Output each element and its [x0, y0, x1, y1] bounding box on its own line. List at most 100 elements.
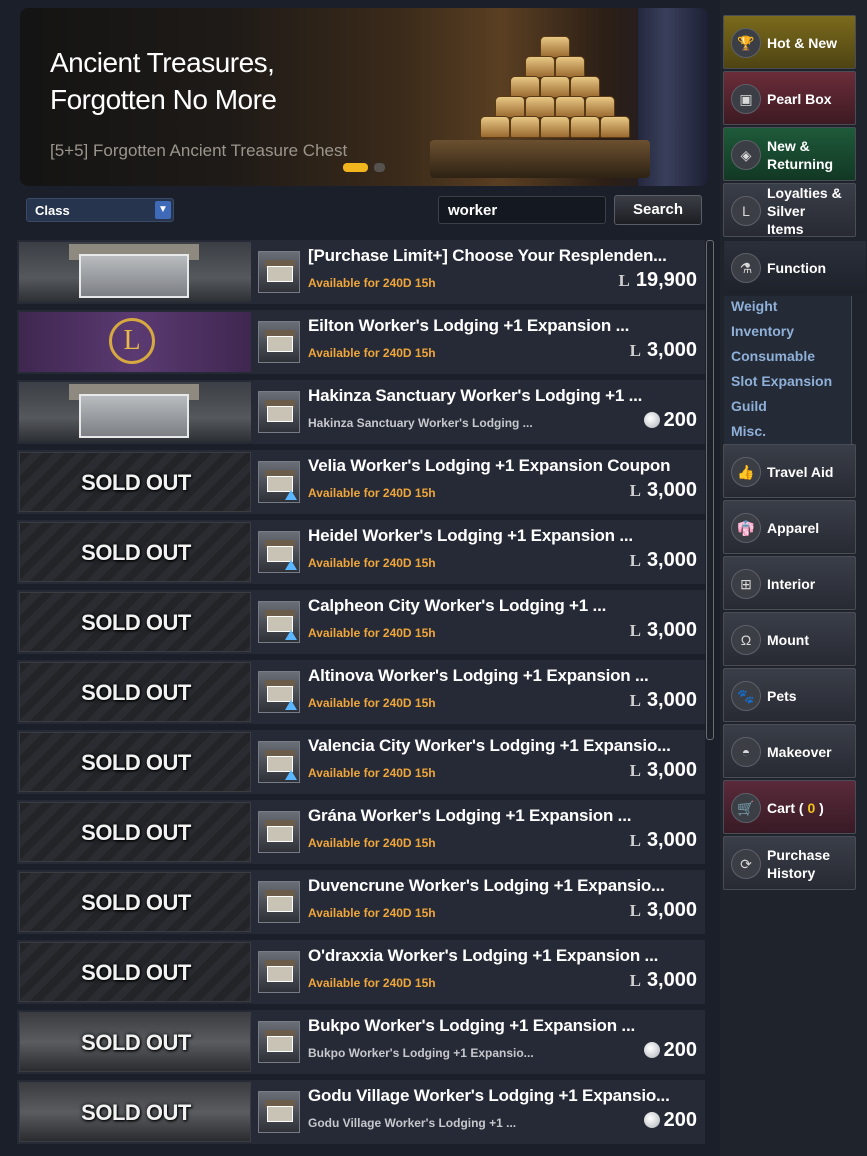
item-name: Valencia City Worker's Lodging +1 Expans… [308, 736, 671, 755]
item-availability: Available for 240D 15h [308, 976, 436, 990]
hair-icon: ◓ [731, 737, 761, 767]
class-filter-select[interactable]: Class ▼ [26, 198, 174, 222]
category-purchase-history[interactable]: ⟳ Purchase History [723, 836, 856, 890]
paw-icon: 🐾 [731, 681, 761, 711]
carousel-dot-active[interactable] [343, 163, 368, 172]
item-row[interactable]: [Purchase Limit+] Choose Your Resplenden… [17, 240, 705, 304]
category-interior[interactable]: ⊞ Interior [723, 556, 856, 610]
history-icon: ⟳ [731, 849, 761, 879]
pearl-currency-icon [643, 1112, 660, 1128]
icon-body [267, 266, 293, 282]
pearl-currency-icon [643, 1042, 660, 1058]
cart-count: 0 [807, 800, 816, 816]
chest-shape [480, 116, 510, 138]
item-row[interactable]: SOLD OUT Bukpo Worker's Lodging +1 Expans… [17, 1010, 705, 1074]
loyalty-currency-icon: L [629, 621, 641, 640]
category-cart[interactable]: 🛒 Cart ( 0 ) [723, 780, 856, 834]
category-apparel[interactable]: 👘 Apparel [723, 500, 856, 554]
category-pets[interactable]: 🐾 Pets [723, 668, 856, 722]
house-item-icon [258, 321, 300, 363]
sold-out-label: SOLD OUT [81, 750, 191, 775]
chest-shape [540, 116, 570, 138]
upgrade-arrow-icon [285, 700, 297, 710]
item-row[interactable]: SOLD OUT O'draxxia Worker's Lodging +1 Ex… [17, 940, 705, 1004]
item-availability: Available for 240D 15h [308, 556, 436, 570]
sold-out-label: SOLD OUT [81, 1030, 191, 1055]
search-input[interactable] [438, 196, 606, 224]
subcategory-consumable[interactable]: Consumable [731, 348, 815, 364]
subcategory-misc[interactable]: Misc. [731, 423, 766, 439]
item-price: L 3,000 [629, 969, 697, 991]
item-row[interactable]: SOLD OUT Altinova Worker's Lodging +1 Exp… [17, 660, 705, 724]
subcategory-weight[interactable]: Weight [731, 298, 777, 314]
chest-shape [600, 116, 630, 138]
pearl-currency-icon [643, 412, 660, 428]
banner-title: Ancient Treasures, Forgotten No More [50, 47, 277, 115]
item-availability: Available for 240D 15h [308, 276, 436, 290]
promo-banner[interactable]: Ancient Treasures, Forgotten No More [5+… [20, 8, 708, 186]
item-price: L 19,900 [618, 269, 697, 291]
item-row[interactable]: L Eilton Worker's Lodging +1 Expansion ..… [17, 310, 705, 374]
item-availability: Available for 240D 15h [308, 696, 436, 710]
subcategory-inventory[interactable]: Inventory [731, 323, 794, 339]
diamond-arrow-icon: ◈ [731, 140, 761, 170]
item-row[interactable]: Hakinza Sanctuary Worker's Lodging +1 ..… [17, 380, 705, 444]
category-makeover[interactable]: ◓ Makeover [723, 724, 856, 778]
item-row[interactable]: SOLD OUT Heidel Worker's Lodging +1 Expan… [17, 520, 705, 584]
subcategory-guild[interactable]: Guild [731, 398, 767, 414]
loyalty-currency-icon: L [629, 971, 641, 990]
item-thumbnail: SOLD OUT [19, 802, 251, 862]
category-new-returning[interactable]: ◈ New & Returning [723, 127, 856, 181]
category-travel-aid[interactable]: 👍 Travel Aid [723, 444, 856, 498]
sold-out-label: SOLD OUT [81, 960, 191, 985]
upgrade-arrow-icon [285, 630, 297, 640]
item-row[interactable]: SOLD OUT Duvencrune Worker's Lodging +1 E… [17, 870, 705, 934]
item-name: Velia Worker's Lodging +1 Expansion Coup… [308, 456, 671, 475]
loyalty-currency-icon: L [629, 831, 641, 850]
item-thumbnail: SOLD OUT [19, 872, 251, 932]
item-name: Bukpo Worker's Lodging +1 Expansion ... [308, 1016, 636, 1035]
item-price: 200 [643, 409, 697, 432]
chevron-down-icon: ▼ [155, 201, 171, 219]
category-loyalties-silver-items[interactable]: L Loyalties & Silver Items [723, 183, 856, 237]
house-item-icon [258, 531, 300, 573]
item-price: L 3,000 [629, 829, 697, 851]
chest-shape [495, 96, 525, 118]
loyalty-currency-icon: L [629, 761, 641, 780]
sold-out-label: SOLD OUT [81, 470, 191, 495]
category-function[interactable]: ⚗ Function [723, 240, 867, 294]
item-price: L 3,000 [629, 619, 697, 641]
item-availability: Hakinza Sanctuary Worker's Lodging ... [308, 416, 533, 430]
item-name: O'draxxia Worker's Lodging +1 Expansion … [308, 946, 659, 965]
item-thumbnail [19, 382, 251, 442]
carousel-dot[interactable] [374, 163, 385, 172]
box-icon: ▣ [731, 84, 761, 114]
item-row[interactable]: SOLD OUT Calpheon City Worker's Lodging +… [17, 590, 705, 654]
item-list: [Purchase Limit+] Choose Your Resplenden… [17, 240, 705, 1156]
upgrade-arrow-icon [285, 490, 297, 500]
thumbs-up-icon: 👍 [731, 457, 761, 487]
icon-body [267, 1106, 293, 1122]
subcategory-slot-expansion[interactable]: Slot Expansion [731, 373, 832, 389]
item-row[interactable]: SOLD OUT Godu Village Worker's Lodging +1… [17, 1080, 705, 1144]
coat-icon: 👘 [731, 513, 761, 543]
loyalty-currency-icon: L [629, 901, 641, 920]
category-pearl-box[interactable]: ▣ Pearl Box [723, 71, 856, 125]
category-hot-new[interactable]: 🏆 Hot & New [723, 15, 856, 69]
item-row[interactable]: SOLD OUT Grána Worker's Lodging +1 Expans… [17, 800, 705, 864]
chest-shape [525, 96, 555, 118]
item-row[interactable]: SOLD OUT Velia Worker's Lodging +1 Expans… [17, 450, 705, 514]
list-scrollbar[interactable] [706, 240, 714, 740]
item-row[interactable]: SOLD OUT Valencia City Worker's Lodging +… [17, 730, 705, 794]
chest-shape [570, 116, 600, 138]
item-price: L 3,000 [629, 339, 697, 361]
item-price: L 3,000 [629, 479, 697, 501]
item-availability: Godu Village Worker's Lodging +1 ... [308, 1116, 517, 1130]
item-name: [Purchase Limit+] Choose Your Resplenden… [308, 246, 667, 265]
house-item-icon [258, 251, 300, 293]
item-availability: Available for 240D 15h [308, 486, 436, 500]
category-mount[interactable]: Ω Mount [723, 612, 856, 666]
search-button[interactable]: Search [614, 195, 702, 225]
item-thumbnail: SOLD OUT [19, 732, 251, 792]
item-name: Godu Village Worker's Lodging +1 Expansi… [308, 1086, 670, 1105]
